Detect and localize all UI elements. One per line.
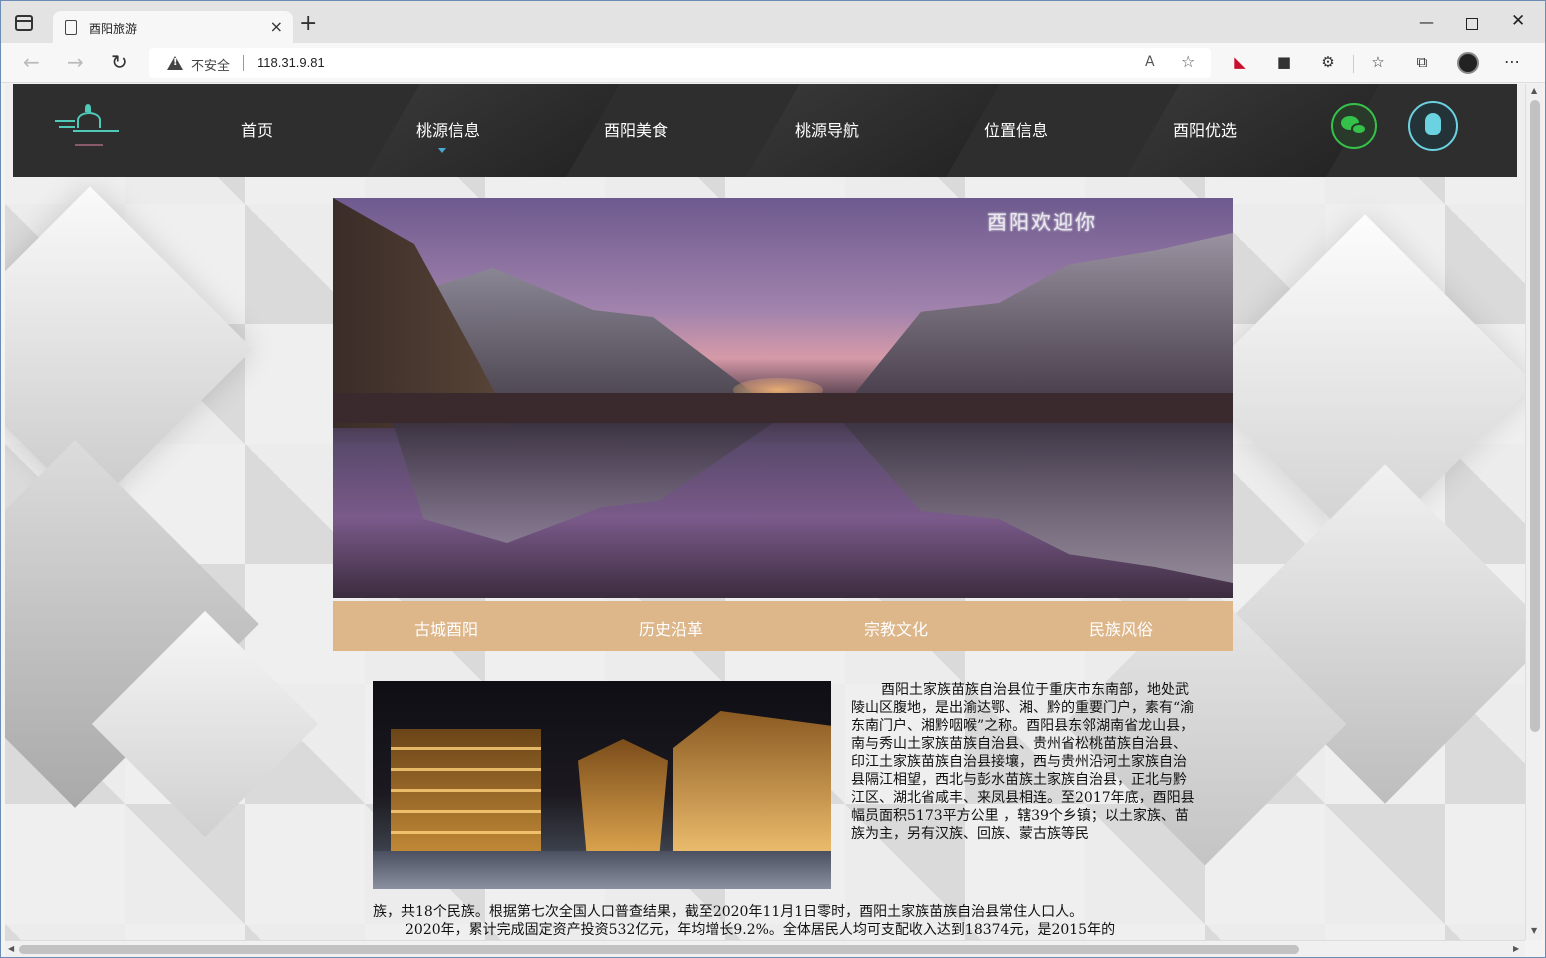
- article-paragraph: 2020年，累计完成固定资产投资532亿元，年均增长9.2%。全体居民人均可支配…: [405, 922, 1116, 938]
- vertical-scroll-thumb[interactable]: [1530, 100, 1540, 732]
- scroll-down-icon[interactable]: ▼: [1531, 926, 1537, 935]
- sub-navigation: 古城酉阳 历史沿革 宗教文化 民族风俗: [333, 601, 1233, 651]
- article-image: [373, 681, 831, 889]
- maximize-button[interactable]: [1466, 18, 1478, 30]
- header-shade: [746, 84, 1000, 177]
- toolbar-divider: [1353, 55, 1354, 73]
- tab-title: 酉阳旅游: [89, 22, 138, 36]
- minimize-button[interactable]: —: [1419, 13, 1434, 31]
- subnav-item-ancient-city[interactable]: 古城酉阳: [414, 616, 478, 640]
- url-text[interactable]: 118.31.9.81: [257, 55, 325, 70]
- tab-active[interactable]: 酉阳旅游 ×: [53, 11, 293, 45]
- collections-icon[interactable]: ⧉: [1413, 53, 1431, 71]
- nav-item-selection[interactable]: 酉阳优选: [1173, 117, 1237, 141]
- qq-icon[interactable]: [1408, 101, 1458, 151]
- favorites-icon[interactable]: ☆: [1369, 53, 1387, 71]
- site-header: 首页 桃源信息 酉阳美食 桃源导航 位置信息 酉阳优选: [13, 84, 1517, 177]
- profile-avatar[interactable]: [1457, 52, 1479, 74]
- tab-actions-icon[interactable]: [15, 15, 33, 31]
- new-tab-button[interactable]: +: [299, 13, 317, 35]
- read-aloud-icon[interactable]: A: [1145, 54, 1155, 70]
- more-menu-icon[interactable]: ⋯: [1503, 53, 1521, 71]
- extensions-puzzle-icon[interactable]: ⚙: [1319, 53, 1337, 71]
- article-paragraph: 酉阳土家族苗族自治县位于重庆市东南部，地处武陵山区腹地，是出渝达鄂、湘、黔的重要…: [851, 682, 1195, 842]
- scroll-up-icon[interactable]: ▲: [1531, 86, 1537, 95]
- extension-red-icon[interactable]: ◣: [1231, 53, 1249, 71]
- active-nav-indicator: [438, 148, 446, 153]
- security-label[interactable]: 不安全: [191, 55, 230, 74]
- scroll-right-icon[interactable]: ▶: [1513, 944, 1519, 953]
- close-window-button[interactable]: ✕: [1511, 11, 1525, 31]
- site-logo[interactable]: [55, 104, 121, 154]
- nav-item-info[interactable]: 桃源信息: [416, 117, 480, 141]
- browser-toolbar: ← → ↻ 不安全 118.31.9.81 A ☆ ◣ ■ ⚙ ☆ ⧉ ⋯: [1, 43, 1545, 83]
- nav-item-home[interactable]: 首页: [241, 117, 273, 141]
- add-favorite-icon[interactable]: ☆: [1181, 52, 1195, 71]
- extension-dark-icon[interactable]: ■: [1275, 53, 1293, 71]
- subnav-item-religion[interactable]: 宗教文化: [864, 616, 928, 640]
- wechat-icon[interactable]: [1331, 103, 1377, 149]
- header-shade: [366, 84, 620, 177]
- url-divider: [243, 55, 244, 71]
- tab-bar: 酉阳旅游 × + — ✕: [1, 1, 1545, 45]
- back-button[interactable]: ←: [23, 51, 40, 73]
- warning-icon[interactable]: [167, 56, 183, 70]
- scroll-left-icon[interactable]: ◀: [8, 944, 14, 953]
- tab-close-button[interactable]: ×: [270, 17, 283, 36]
- page-icon: [65, 20, 77, 35]
- subnav-item-history[interactable]: 历史沿革: [639, 616, 703, 640]
- reload-button[interactable]: ↻: [111, 51, 128, 73]
- forward-button[interactable]: →: [67, 51, 84, 73]
- nav-item-food[interactable]: 酉阳美食: [604, 117, 668, 141]
- address-bar[interactable]: 不安全 118.31.9.81 A ☆: [149, 48, 1211, 78]
- browser-window: 酉阳旅游 × + — ✕ ← → ↻ 不安全 118.31.9.81 A ☆ ◣…: [0, 0, 1546, 958]
- bg-decoration: [5, 186, 253, 512]
- horizontal-scrollbar[interactable]: ◀ ▶: [5, 940, 1525, 957]
- hero-title: 酉阳欢迎你: [987, 210, 1097, 234]
- article-paragraph: 族，共18个民族。根据第七次全国人口普查结果，截至2020年11月1日零时，酉阳…: [373, 904, 1084, 920]
- hero-banner: 酉阳欢迎你: [333, 198, 1233, 598]
- subnav-item-customs[interactable]: 民族风俗: [1089, 616, 1153, 640]
- page-viewport: 首页 桃源信息 酉阳美食 桃源导航 位置信息 酉阳优选 酉阳欢迎你 古城酉阳 历…: [5, 84, 1525, 940]
- vertical-scrollbar[interactable]: ▲ ▼: [1525, 84, 1543, 940]
- horizontal-scroll-thumb[interactable]: [19, 945, 1299, 954]
- nav-item-location[interactable]: 位置信息: [984, 117, 1048, 141]
- nav-item-navigation[interactable]: 桃源导航: [795, 117, 859, 141]
